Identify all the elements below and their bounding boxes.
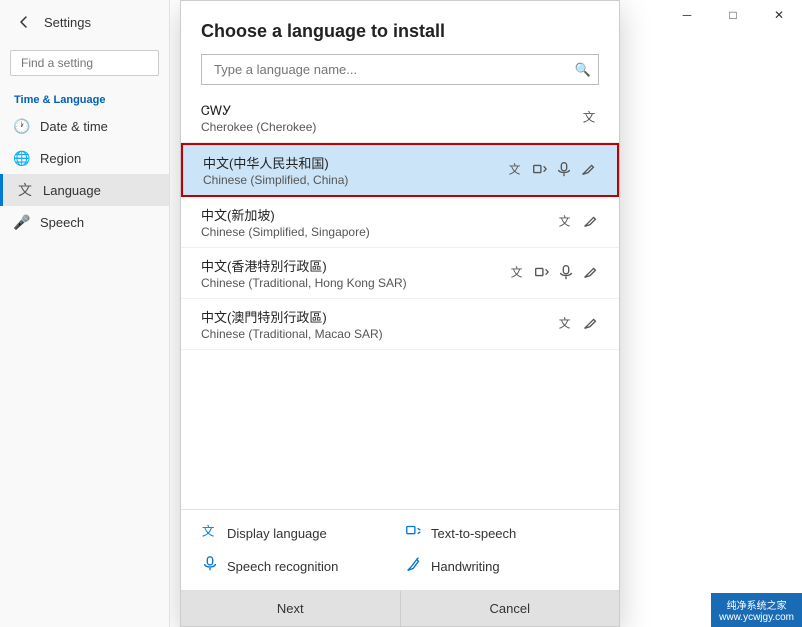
sidebar: Settings Time & Language 🕐 Date & time 🌐…: [0, 0, 170, 627]
search-icon: 🔍: [575, 62, 591, 78]
lang-icons: 文: [557, 212, 599, 233]
display-language-icon: 文: [201, 522, 219, 545]
main-content-area: ─ □ ✕ ker will appear in this language i…: [170, 0, 802, 627]
sidebar-section-header: Time & Language: [0, 86, 169, 110]
microphone-icon: 🎤: [14, 214, 30, 230]
lang-item-chinese-traditional-hk[interactable]: 中文(香港特別行政區) Chinese (Traditional, Hong K…: [181, 248, 619, 299]
lang-name: Cherokee (Cherokee): [201, 120, 316, 134]
modal-header: Choose a language to install 🔍: [181, 1, 619, 95]
sidebar-item-language[interactable]: 文 Language: [0, 174, 169, 206]
svg-text:文: 文: [511, 265, 523, 279]
tts-icon: [405, 522, 423, 545]
feature-display-language: 文 Display language: [201, 522, 395, 545]
lang-icon-tts: [531, 160, 549, 181]
sidebar-item-label: Speech: [40, 215, 84, 230]
sidebar-item-speech[interactable]: 🎤 Speech: [0, 206, 169, 238]
lang-icon-display: 文: [557, 212, 575, 233]
lang-name: Chinese (Traditional, Macao SAR): [201, 327, 383, 341]
lang-icon-display: 文: [507, 160, 525, 181]
modal-title: Choose a language to install: [201, 21, 599, 42]
lang-name: Chinese (Traditional, Hong Kong SAR): [201, 276, 407, 290]
lang-name: Chinese (Simplified, Singapore): [201, 225, 370, 239]
lang-item-cherokee[interactable]: ᏣᎳᎩ Cherokee (Cherokee) 文: [181, 95, 619, 143]
svg-text:文: 文: [583, 110, 596, 124]
feature-label: Handwriting: [431, 559, 500, 574]
feature-section: 文 Display language Text-to-speech Speech…: [181, 509, 619, 590]
feature-speech-recognition: Speech recognition: [201, 555, 395, 578]
lang-icon-tts: [533, 263, 551, 284]
lang-item-chinese-simplified-singapore[interactable]: 中文(新加坡) Chinese (Simplified, Singapore) …: [181, 197, 619, 248]
globe-icon: 🌐: [14, 150, 30, 166]
sidebar-item-label: Language: [43, 183, 101, 198]
language-search-input[interactable]: [201, 54, 599, 85]
lang-icon-handwriting: [579, 160, 597, 181]
lang-icons: 文: [557, 314, 599, 335]
sidebar-item-label: Region: [40, 151, 81, 166]
lang-code: ᏣᎳᎩ: [201, 103, 316, 119]
lang-icon-speech: [555, 160, 573, 181]
lang-code: 中文(澳門特別行政區): [201, 307, 383, 326]
lang-item-chinese-traditional-macao[interactable]: 中文(澳門特別行政區) Chinese (Traditional, Macao …: [181, 299, 619, 350]
language-list: ᏣᎳᎩ Cherokee (Cherokee) 文 中文(中华人民共和国) Ch…: [181, 95, 619, 509]
feature-label: Text-to-speech: [431, 526, 516, 541]
watermark-line1: 纯净系统之家: [719, 597, 794, 612]
handwriting-icon: [405, 555, 423, 578]
maximize-button[interactable]: □: [710, 0, 756, 30]
install-language-modal: Choose a language to install 🔍 ᏣᎳᎩ Chero…: [180, 0, 620, 627]
language-icon: 文: [17, 182, 33, 198]
svg-text:文: 文: [202, 525, 215, 539]
lang-icon-display: 文: [509, 263, 527, 284]
back-button[interactable]: [12, 10, 36, 34]
lang-icon-display: 文: [557, 314, 575, 335]
sidebar-item-region[interactable]: 🌐 Region: [0, 142, 169, 174]
sidebar-top: Settings: [0, 0, 169, 44]
svg-text:文: 文: [559, 316, 571, 330]
window-chrome: ─ □ ✕: [664, 0, 802, 30]
close-button[interactable]: ✕: [756, 0, 802, 30]
lang-item-chinese-simplified-china[interactable]: 中文(中华人民共和国) Chinese (Simplified, China) …: [181, 143, 619, 197]
feature-text-to-speech: Text-to-speech: [405, 522, 599, 545]
feature-label: Speech recognition: [227, 559, 338, 574]
find-setting-input[interactable]: [10, 50, 159, 76]
lang-icon-display: 文: [581, 108, 599, 130]
watermark: 纯净系统之家 www.ycwjgy.com: [711, 593, 802, 627]
lang-name: Chinese (Simplified, China): [203, 173, 348, 187]
lang-code: 中文(香港特別行政區): [201, 256, 407, 275]
minimize-button[interactable]: ─: [664, 0, 710, 30]
lang-icons: 文: [509, 263, 599, 284]
feature-label: Display language: [227, 526, 327, 541]
svg-text:文: 文: [559, 214, 571, 228]
clock-icon: 🕐: [14, 118, 30, 134]
lang-code: 中文(中华人民共和国): [203, 153, 348, 172]
lang-icon-speech: [557, 263, 575, 284]
search-wrapper: 🔍: [201, 54, 599, 85]
cancel-button[interactable]: Cancel: [401, 591, 620, 626]
speech-recognition-icon: [201, 555, 219, 578]
lang-code: 中文(新加坡): [201, 205, 370, 224]
svg-text:文: 文: [509, 162, 521, 176]
modal-buttons: Next Cancel: [181, 590, 619, 626]
sidebar-title: Settings: [44, 15, 91, 30]
lang-icon-handwriting: [581, 212, 599, 233]
feature-handwriting: Handwriting: [405, 555, 599, 578]
lang-icon-handwriting: [581, 314, 599, 335]
lang-icons: 文: [581, 108, 599, 130]
sidebar-item-label: Date & time: [40, 119, 108, 134]
sidebar-item-date-time[interactable]: 🕐 Date & time: [0, 110, 169, 142]
watermark-line2: www.ycwjgy.com: [719, 612, 794, 623]
lang-icons: 文: [507, 160, 597, 181]
next-button[interactable]: Next: [181, 591, 401, 626]
lang-icon-handwriting: [581, 263, 599, 284]
